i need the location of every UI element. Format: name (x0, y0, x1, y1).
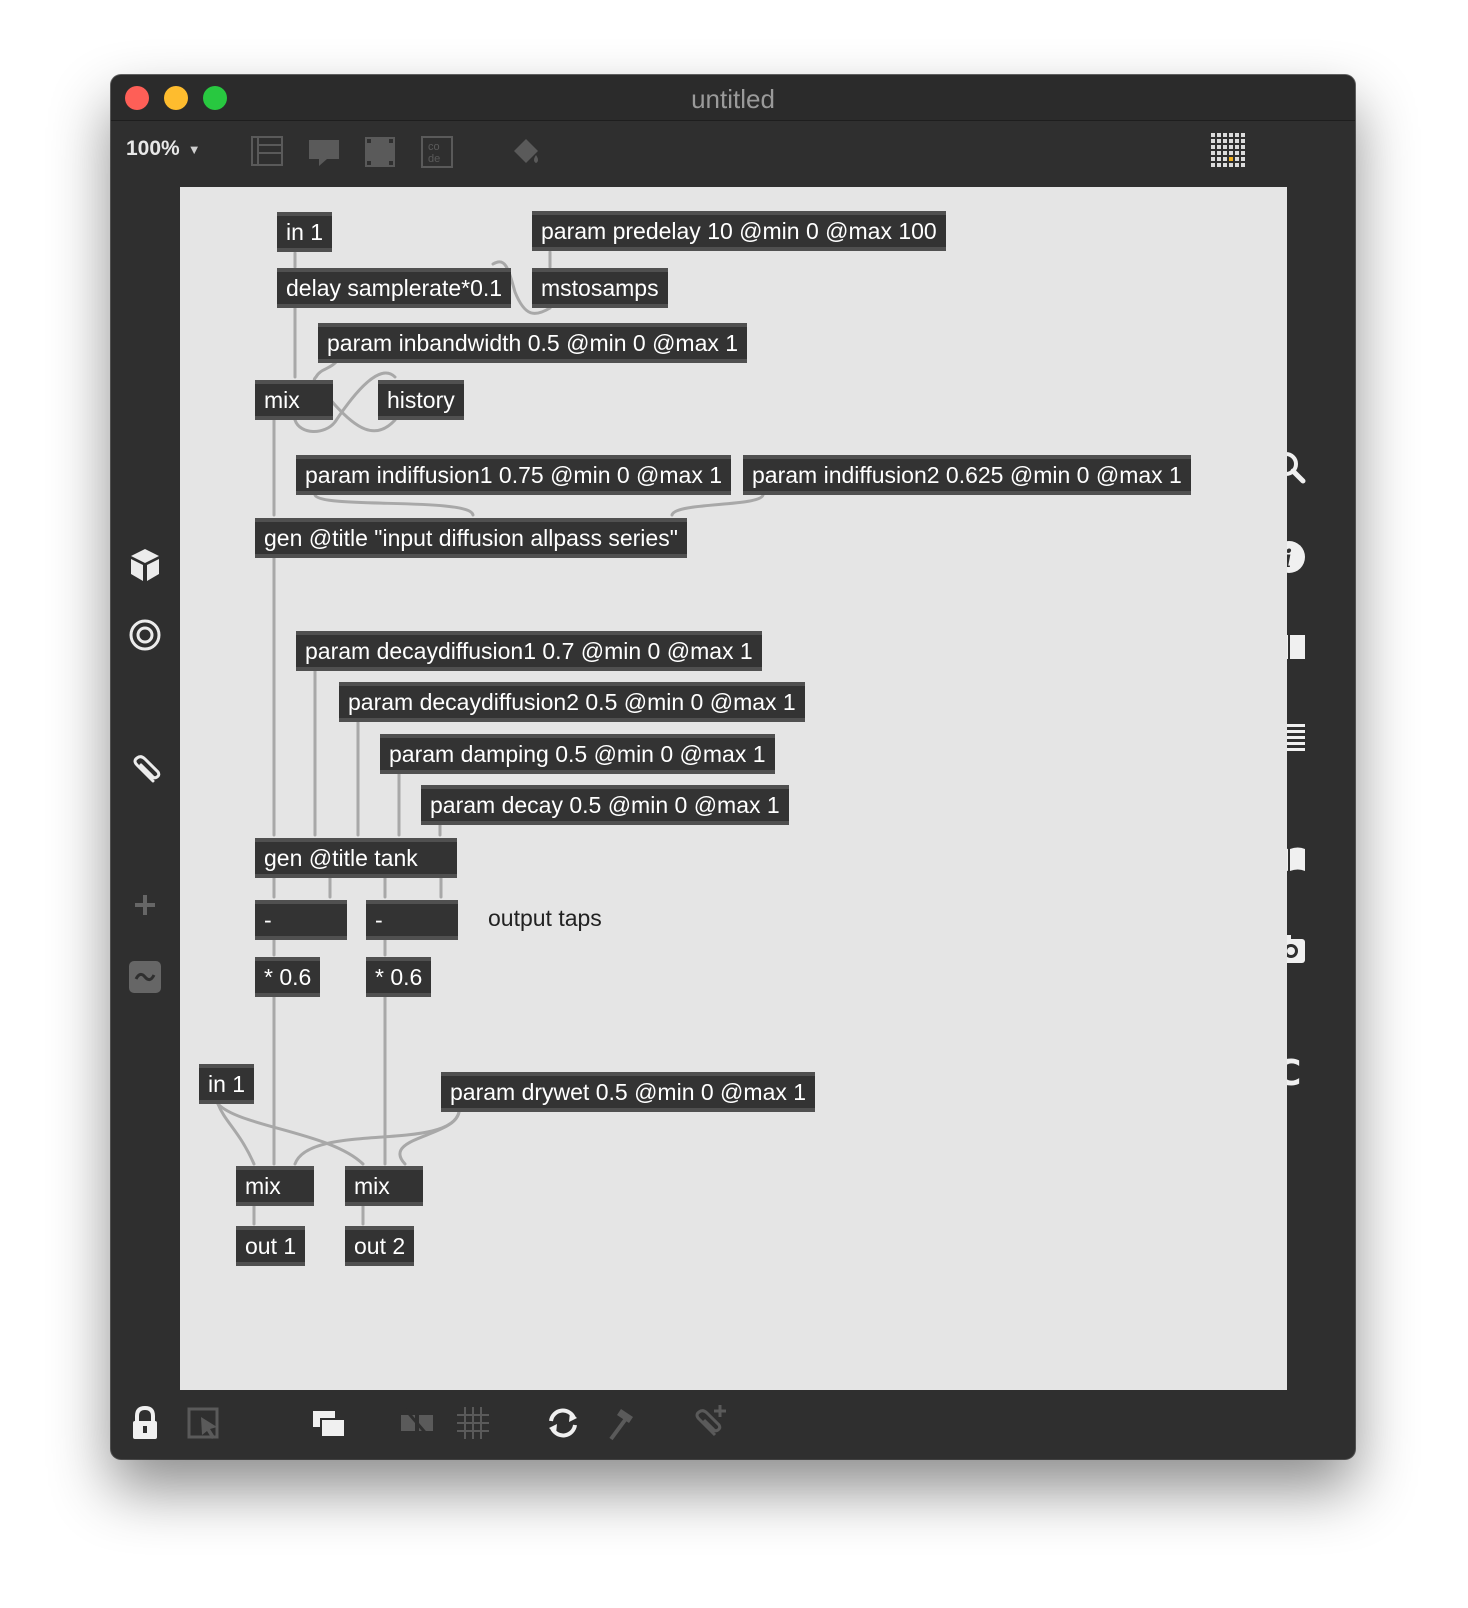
windows-icon[interactable] (309, 1403, 349, 1443)
param-predelay-object[interactable]: param predelay 10 @min 0 @max 100 (532, 211, 946, 251)
window-title: untitled (691, 84, 775, 114)
paperclip-icon[interactable] (125, 751, 165, 791)
toolbar: 100% ▼ co de (111, 121, 1355, 185)
package-cube-icon[interactable] (125, 545, 165, 585)
multiply-left-object[interactable]: * 0.6 (255, 957, 321, 997)
zoom-value: 100% (126, 137, 180, 160)
mix-left-object[interactable]: mix (236, 1166, 314, 1206)
plus-icon[interactable] (125, 885, 165, 925)
signal-tilde-icon[interactable] (125, 957, 165, 997)
param-indiffusion2-object[interactable]: param indiffusion2 0.625 @min 0 @max 1 (743, 455, 1191, 495)
multiply-right-object[interactable]: * 0.6 (366, 957, 432, 997)
grid-keypad-icon[interactable] (1208, 131, 1252, 171)
box-icon[interactable] (361, 131, 401, 171)
hammer-icon[interactable] (603, 1403, 643, 1443)
minus-left-object[interactable]: - (255, 900, 347, 940)
chevron-down-icon: ▼ (187, 141, 201, 157)
title-bar: untitled (111, 75, 1355, 121)
patcher-window: untitled 100% ▼ co de i C in 1 param pre… (111, 75, 1355, 1459)
param-decaydiffusion2-object[interactable]: param decaydiffusion2 0.5 @min 0 @max 1 (339, 682, 805, 722)
lock-icon[interactable] (125, 1403, 165, 1443)
out2-object[interactable]: out 2 (345, 1226, 415, 1266)
in1-bottom-object[interactable]: in 1 (199, 1064, 255, 1104)
bottom-toolbar (111, 1391, 1355, 1459)
out1-object[interactable]: out 1 (236, 1226, 306, 1266)
paperclip-plus-icon[interactable] (689, 1403, 729, 1443)
svg-text:co: co (428, 141, 440, 153)
param-drywet-object[interactable]: param drywet 0.5 @min 0 @max 1 (441, 1072, 816, 1112)
history-object[interactable]: history (378, 380, 464, 420)
patch-canvas[interactable]: in 1 param predelay 10 @min 0 @max 100 d… (180, 187, 1287, 1390)
output-taps-comment[interactable]: output taps (488, 905, 602, 932)
param-decaydiffusion1-object[interactable]: param decaydiffusion1 0.7 @min 0 @max 1 (296, 631, 762, 671)
refresh-icon[interactable] (543, 1403, 583, 1443)
no-align-icon[interactable] (397, 1403, 437, 1443)
target-icon[interactable] (125, 615, 165, 655)
grid-icon[interactable] (453, 1403, 493, 1443)
presentation-icon[interactable] (248, 131, 288, 171)
minus-right-object[interactable]: - (366, 900, 458, 940)
param-indiffusion1-object[interactable]: param indiffusion1 0.75 @min 0 @max 1 (296, 455, 732, 495)
paint-bucket-icon[interactable] (506, 131, 546, 171)
in1-object[interactable]: in 1 (277, 212, 333, 252)
delay-object[interactable]: delay samplerate*0.1 (277, 268, 512, 308)
code-icon[interactable]: co de (418, 131, 458, 171)
mix-object[interactable]: mix (255, 380, 333, 420)
gen-tank-object[interactable]: gen @title tank (255, 838, 457, 878)
param-decay-object[interactable]: param decay 0.5 @min 0 @max 1 (421, 785, 789, 825)
svg-text:de: de (428, 153, 440, 165)
zoom-menu[interactable]: 100% ▼ (126, 137, 201, 161)
mstosamps-object[interactable]: mstosamps (532, 268, 668, 308)
gen-input-diffusion-object[interactable]: gen @title "input diffusion allpass seri… (255, 518, 687, 558)
comment-icon[interactable] (305, 131, 345, 171)
param-inbandwidth-object[interactable]: param inbandwidth 0.5 @min 0 @max 1 (318, 323, 748, 363)
mix-right-object[interactable]: mix (345, 1166, 423, 1206)
select-arrow-icon[interactable] (185, 1403, 225, 1443)
param-damping-object[interactable]: param damping 0.5 @min 0 @max 1 (380, 734, 775, 774)
